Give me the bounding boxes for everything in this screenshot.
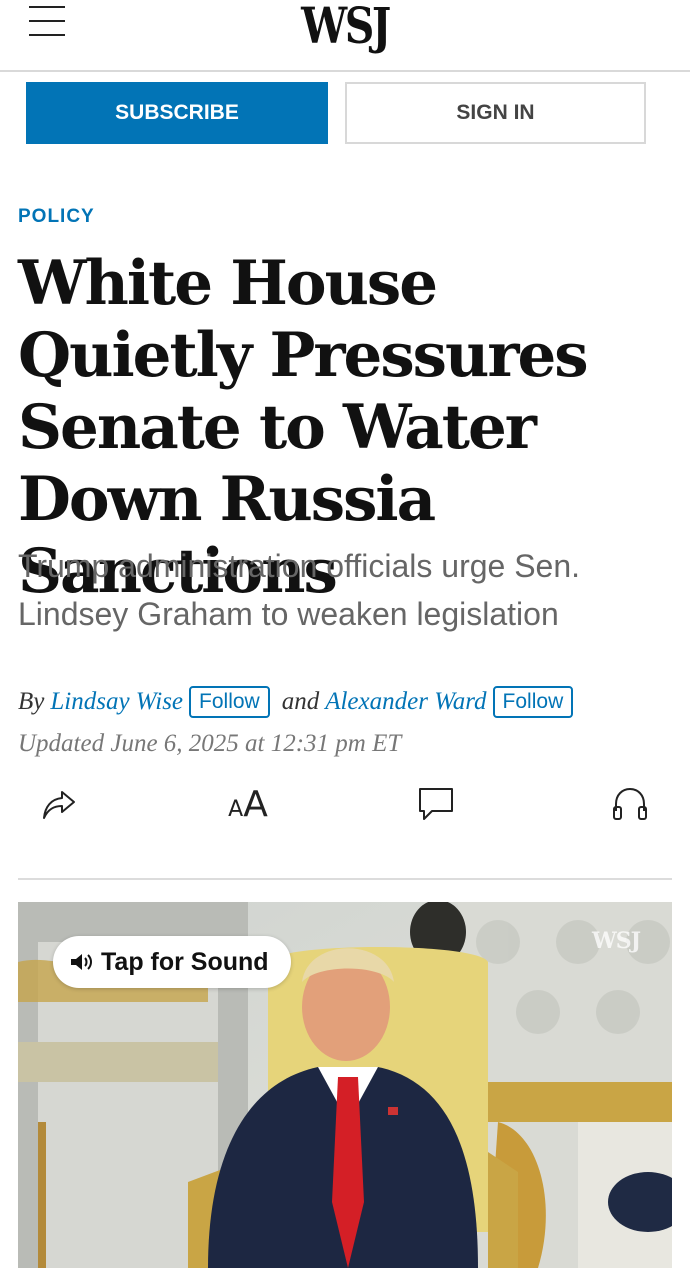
- headphones-icon: [613, 787, 647, 820]
- section-label[interactable]: POLICY: [18, 206, 95, 228]
- author-link-2[interactable]: Alexander Ward: [325, 688, 486, 716]
- speaker-icon: [69, 951, 93, 973]
- sign-in-button[interactable]: SIGN IN: [345, 82, 646, 144]
- updated-timestamp: Updated June 6, 2025 at 12:31 pm ET: [18, 730, 402, 757]
- video-player[interactable]: Tap for Sound WSJ: [18, 902, 672, 1268]
- comment-icon: [419, 788, 453, 820]
- tap-for-sound-button[interactable]: Tap for Sound: [53, 936, 291, 988]
- section-divider: [18, 878, 672, 880]
- byline: By Lindsay Wise Follow and Alexander War…: [18, 686, 678, 718]
- font-size-icon: AA: [228, 783, 268, 825]
- share-button[interactable]: [38, 784, 82, 824]
- byline-by: By: [18, 688, 45, 715]
- byline-and: and: [281, 688, 320, 715]
- menu-icon[interactable]: [29, 6, 65, 36]
- tap-for-sound-label: Tap for Sound: [101, 947, 269, 976]
- subscribe-button[interactable]: SUBSCRIBE: [26, 82, 328, 144]
- author-link-1[interactable]: Lindsay Wise: [50, 688, 183, 716]
- video-watermark: WSJ: [591, 928, 641, 954]
- article-dek: Trump administration officials urge Sen.…: [18, 548, 581, 632]
- wsj-logo[interactable]: WSJ: [62, 0, 628, 55]
- comments-button[interactable]: [414, 784, 458, 824]
- top-nav-bar: WSJ: [0, 0, 690, 72]
- share-icon: [43, 791, 75, 819]
- font-size-button[interactable]: AA: [224, 783, 272, 825]
- follow-button-2[interactable]: Follow: [492, 686, 574, 718]
- listen-button[interactable]: [610, 784, 650, 824]
- follow-button-1[interactable]: Follow: [189, 686, 270, 718]
